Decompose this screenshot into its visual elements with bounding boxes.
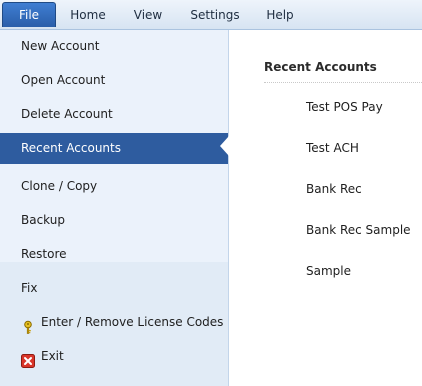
nav-backup[interactable]: Backup [0, 205, 228, 235]
nav-item-label: Fix [21, 281, 38, 295]
nav-item-label: Delete Account [21, 107, 113, 121]
recent-item[interactable]: Bank Rec Sample [306, 222, 411, 238]
key-icon [21, 315, 35, 334]
nav-item-label: Backup [21, 213, 65, 227]
tab-help[interactable]: Help [258, 5, 302, 25]
nav-license-codes[interactable]: Enter / Remove License Codes [0, 307, 228, 337]
recent-item[interactable]: Sample [306, 263, 351, 279]
recent-accounts-header: Recent Accounts [264, 60, 377, 74]
nav-exit[interactable]: Exit [0, 341, 228, 371]
tab-settings[interactable]: Settings [183, 5, 247, 25]
nav-fix[interactable]: Fix [0, 273, 228, 303]
header-divider [264, 82, 422, 83]
backstage-nav: New Account Open Account Delete Account … [0, 30, 229, 386]
nav-item-label: Open Account [21, 73, 106, 87]
nav-recent-accounts[interactable]: Recent Accounts [0, 133, 228, 164]
close-icon [21, 349, 35, 368]
nav-restore[interactable]: Restore [0, 239, 228, 269]
menu-bar: File Home View Settings Help [0, 0, 422, 30]
nav-item-label: Recent Accounts [21, 141, 121, 155]
nav-item-label: New Account [21, 39, 100, 53]
file-tab[interactable]: File [2, 2, 56, 27]
recent-accounts-panel: Recent Accounts Test POS Pay Test ACH Ba… [229, 30, 422, 386]
nav-new-account[interactable]: New Account [0, 31, 228, 61]
nav-item-label: Exit [41, 349, 64, 363]
nav-item-label: Restore [21, 247, 67, 261]
recent-item[interactable]: Bank Rec [306, 181, 362, 197]
nav-delete-account[interactable]: Delete Account [0, 99, 228, 129]
tab-home[interactable]: Home [64, 5, 112, 25]
tab-view[interactable]: View [125, 5, 171, 25]
nav-item-label: Enter / Remove License Codes [41, 315, 224, 329]
recent-item[interactable]: Test ACH [306, 140, 359, 156]
nav-clone-copy[interactable]: Clone / Copy [0, 171, 228, 201]
selected-indicator-arrow [220, 136, 229, 156]
nav-open-account[interactable]: Open Account [0, 65, 228, 95]
nav-item-label: Clone / Copy [21, 179, 98, 193]
recent-item[interactable]: Test POS Pay [306, 99, 383, 115]
